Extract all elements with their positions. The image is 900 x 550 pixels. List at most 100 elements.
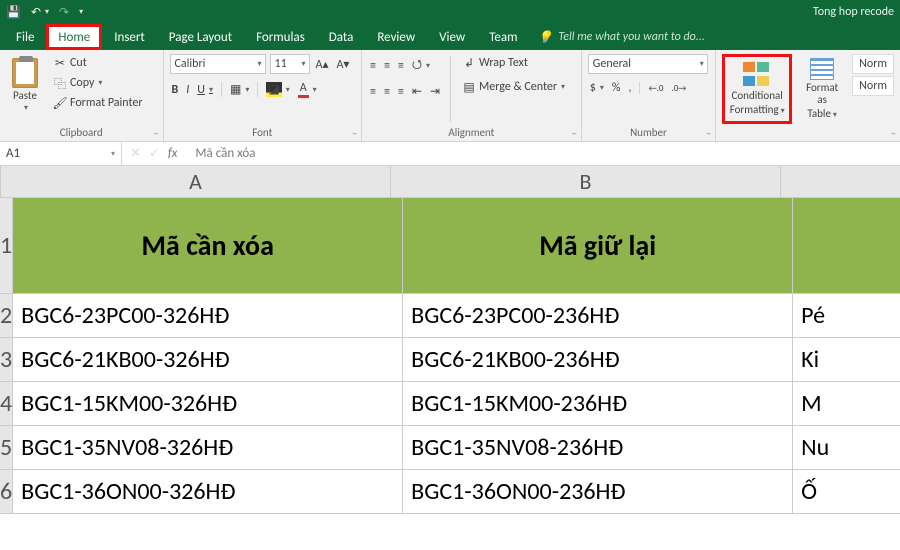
percent-button[interactable]: %	[610, 80, 623, 96]
paste-icon	[12, 58, 38, 88]
scissors-icon: ✂	[52, 55, 68, 71]
tab-file[interactable]: File	[4, 24, 46, 50]
orientation-button[interactable]: ⭯	[410, 54, 432, 77]
cell[interactable]: BGC6-21KB00-236HĐ	[403, 338, 793, 381]
row-header[interactable]: 3	[0, 338, 13, 381]
formula-value: Mã cần xóa	[195, 146, 255, 161]
align-center-button[interactable]: ≡	[382, 84, 392, 100]
style-normal[interactable]: Norm	[852, 54, 894, 74]
tab-insert[interactable]: Insert	[102, 24, 157, 50]
cell[interactable]: BGC1-35NV08-236HĐ	[403, 426, 793, 469]
copy-button[interactable]: ⿻Copy	[50, 74, 145, 92]
formula-input[interactable]: Mã cần xóa	[189, 146, 900, 161]
wrap-icon: ↲	[461, 55, 477, 71]
tab-data[interactable]: Data	[317, 24, 366, 50]
tab-page-layout[interactable]: Page Layout	[157, 24, 244, 50]
save-icon[interactable]: 💾	[6, 5, 21, 20]
cell[interactable]: Pé	[793, 294, 900, 337]
name-box[interactable]: A1	[0, 142, 122, 165]
font-name-select[interactable]: Calibri	[170, 54, 266, 74]
merge-center-button[interactable]: ▤Merge & Center	[459, 78, 567, 96]
qat-customize-icon[interactable]: ▾	[79, 7, 83, 17]
spreadsheet-grid[interactable]: A B 1 Mã cần xóa Mã giữ lại 2 BGC6-23PC0…	[0, 166, 900, 550]
enter-icon[interactable]: ✓	[149, 146, 160, 161]
merge-icon: ▤	[461, 79, 477, 95]
row-header[interactable]: 1	[0, 198, 13, 293]
cell[interactable]: Ố	[793, 470, 900, 513]
undo-drop-icon[interactable]: ▾	[45, 7, 49, 17]
undo-icon[interactable]: ↶	[31, 5, 41, 20]
cancel-icon[interactable]: ✕	[130, 146, 141, 161]
cell[interactable]: Mã giữ lại	[403, 198, 793, 293]
cell[interactable]: BGC1-36ON00-236HĐ	[403, 470, 793, 513]
increase-font-button[interactable]: A▴	[314, 56, 331, 73]
table-row: 5 BGC1-35NV08-326HĐ BGC1-35NV08-236HĐ Nu	[0, 426, 900, 470]
align-middle-button[interactable]: ≡	[382, 58, 392, 74]
cell[interactable]: BGC6-23PC00-326HĐ	[13, 294, 403, 337]
cell[interactable]: Ki	[793, 338, 900, 381]
redo-icon[interactable]: ↷	[59, 5, 69, 20]
increase-decimal-button[interactable]: ←.0	[646, 82, 665, 95]
cell[interactable]: BGC1-15KM00-326HĐ	[13, 382, 403, 425]
tell-me-search[interactable]: 💡 Tell me what you want to do...	[537, 24, 704, 50]
col-header-a[interactable]: A	[1, 166, 391, 197]
cell[interactable]	[793, 198, 900, 293]
paste-label: Paste	[13, 90, 37, 102]
borders-button[interactable]: ▦	[228, 81, 251, 98]
decrease-font-button[interactable]: A▾	[334, 56, 351, 73]
col-header-b[interactable]: B	[391, 166, 781, 197]
number-format-select[interactable]: General	[588, 54, 708, 74]
brush-icon: 🖌	[52, 95, 68, 111]
align-top-button[interactable]: ≡	[368, 58, 378, 74]
cell[interactable]: BGC6-21KB00-326HĐ	[13, 338, 403, 381]
styles-group-label: .	[722, 124, 894, 139]
conditional-formatting-button[interactable]: Conditional Formatting	[722, 54, 792, 124]
cell[interactable]: BGC1-35NV08-326HĐ	[13, 426, 403, 469]
decrease-indent-button[interactable]: ⇤	[410, 83, 424, 100]
cell[interactable]: BGC1-36ON00-326HĐ	[13, 470, 403, 513]
tab-team[interactable]: Team	[477, 24, 529, 50]
col-header-c[interactable]	[781, 166, 900, 197]
title-bar: 💾 ↶ ▾ ↷ ▾ Tong hop recode	[0, 0, 900, 24]
cell[interactable]: Mã cần xóa	[13, 198, 403, 293]
style-normal-2[interactable]: Norm	[852, 76, 894, 96]
cell[interactable]: M	[793, 382, 900, 425]
currency-button[interactable]: $	[588, 80, 606, 96]
tab-home[interactable]: Home	[46, 24, 102, 50]
row-header[interactable]: 2	[0, 294, 13, 337]
clipboard-group-label: Clipboard	[6, 124, 157, 139]
tab-formulas[interactable]: Formulas	[244, 24, 317, 50]
format-painter-button[interactable]: 🖌Format Painter	[50, 94, 145, 112]
tab-view[interactable]: View	[427, 24, 477, 50]
cell[interactable]: BGC6-23PC00-236HĐ	[403, 294, 793, 337]
table-row: 6 BGC1-36ON00-326HĐ BGC1-36ON00-236HĐ Ố	[0, 470, 900, 514]
fx-icon[interactable]: fx	[168, 146, 182, 161]
font-size-value: 11	[275, 57, 287, 71]
align-bottom-button[interactable]: ≡	[396, 58, 406, 74]
wrap-text-button[interactable]: ↲Wrap Text	[459, 54, 567, 72]
row-header[interactable]: 4	[0, 382, 13, 425]
font-color-button[interactable]: A	[296, 80, 319, 99]
bold-button[interactable]: B	[170, 82, 181, 98]
row-header[interactable]: 6	[0, 470, 13, 513]
separator	[221, 82, 222, 97]
cut-button[interactable]: ✂Cut	[50, 54, 145, 72]
align-left-button[interactable]: ≡	[368, 84, 378, 100]
align-right-button[interactable]: ≡	[396, 84, 406, 100]
italic-button[interactable]: I	[184, 82, 191, 98]
row-header[interactable]: 5	[0, 426, 13, 469]
paste-button[interactable]: Paste	[6, 54, 44, 117]
format-as-table-button[interactable]: Format as Table	[794, 54, 850, 124]
increase-indent-button[interactable]: ⇥	[428, 83, 442, 100]
separator	[450, 56, 451, 122]
underline-button[interactable]: U	[195, 82, 215, 98]
table-row: 2 BGC6-23PC00-326HĐ BGC6-23PC00-236HĐ Pé	[0, 294, 900, 338]
font-size-select[interactable]: 11	[270, 54, 310, 74]
cell[interactable]: BGC1-15KM00-236HĐ	[403, 382, 793, 425]
decrease-decimal-button[interactable]: .0→	[669, 82, 688, 95]
comma-button[interactable]: ,	[626, 80, 633, 96]
cell[interactable]: Nu	[793, 426, 900, 469]
tab-review[interactable]: Review	[365, 24, 427, 50]
fill-color-button[interactable]: ◪	[264, 81, 291, 98]
format-painter-label: Format Painter	[70, 96, 143, 110]
